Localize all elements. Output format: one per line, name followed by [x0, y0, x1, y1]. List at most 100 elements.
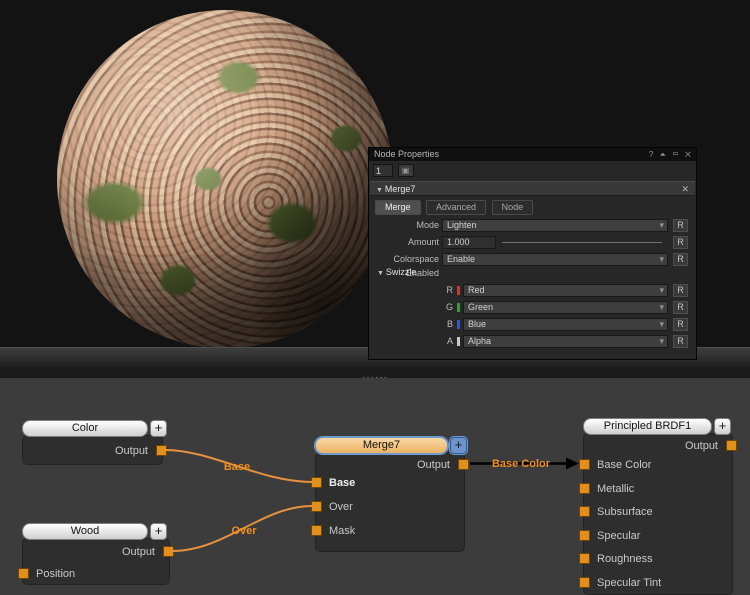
- swizzle-r-reset-button[interactable]: R: [673, 284, 688, 297]
- panel-title: Node Properties: [369, 148, 696, 161]
- collapse-arrow-icon: [377, 267, 386, 277]
- colorspace-dropdown[interactable]: Enable: [442, 253, 668, 266]
- color-output-connector[interactable]: [156, 445, 167, 456]
- brdf-subsurface-connector[interactable]: [579, 506, 590, 517]
- node-color-add-button[interactable]: +: [150, 420, 167, 437]
- swizzle-b-color-tick: [457, 320, 460, 329]
- node-picker-button[interactable]: ▣: [398, 164, 414, 177]
- brdf-speculartint-label: Specular Tint: [584, 576, 732, 590]
- brdf-output-label: Output: [584, 439, 732, 453]
- amount-field[interactable]: 1.000: [442, 236, 496, 249]
- preview-sphere: [57, 10, 393, 347]
- close-icon[interactable]: ✕: [685, 150, 693, 159]
- brdf-specular-label: Specular: [584, 529, 732, 543]
- mode-label: Mode: [369, 218, 439, 232]
- node-color-body[interactable]: Output: [22, 435, 163, 465]
- amount-label: Amount: [369, 235, 439, 249]
- swizzle-row-b: B Blue R: [369, 317, 696, 332]
- merge7-output-label: Output: [316, 458, 464, 472]
- swizzle-g-color-tick: [457, 303, 460, 312]
- node-color-header[interactable]: Color: [22, 420, 148, 437]
- merge7-mask-label: Mask: [316, 524, 464, 538]
- merge7-over-label: Over: [316, 500, 464, 514]
- brdf-basecolor-connector[interactable]: [579, 459, 590, 470]
- merge7-section-header[interactable]: Merge7 ✕: [370, 181, 695, 196]
- node-wood-header[interactable]: Wood: [22, 523, 148, 540]
- swizzle-a-color-tick: [457, 337, 460, 346]
- merge7-output-connector[interactable]: [458, 459, 469, 470]
- swizzle-b-label: B: [369, 317, 453, 331]
- wood-output-connector[interactable]: [163, 546, 174, 557]
- brdf-metallic-label: Metallic: [584, 482, 732, 496]
- brdf-basecolor-label: Base Color: [584, 458, 732, 472]
- help-icon[interactable]: ?: [649, 150, 655, 159]
- node-brdf-header[interactable]: Principled BRDF1: [583, 418, 712, 435]
- swizzle-g-dropdown[interactable]: Green: [463, 301, 668, 314]
- merge7-over-connector[interactable]: [311, 501, 322, 512]
- node-merge7-add-button[interactable]: +: [450, 437, 467, 454]
- swizzle-a-reset-button[interactable]: R: [673, 335, 688, 348]
- node-color[interactable]: Color + Output: [22, 420, 168, 466]
- node-merge7-header[interactable]: Merge7: [315, 437, 448, 454]
- swizzle-row-a: A Alpha R: [369, 334, 696, 349]
- node-wood[interactable]: Wood + Output Position: [22, 523, 175, 585]
- node-principled-brdf1[interactable]: Principled BRDF1 + Output Base Color Met…: [583, 418, 738, 595]
- pin-icon[interactable]: ⏶: [660, 150, 668, 159]
- node-properties-panel: Node Properties ? ⏶ ▭ ✕ ▣ Merge7 ✕ Merge…: [368, 147, 697, 360]
- mode-reset-button[interactable]: R: [673, 219, 688, 232]
- float-window-icon[interactable]: ▭: [672, 150, 680, 159]
- node-merge7-body[interactable]: Output Base Over Mask: [315, 452, 465, 552]
- amount-reset-button[interactable]: R: [673, 236, 688, 249]
- merge7-mask-connector[interactable]: [311, 525, 322, 536]
- merge7-base-label: Base: [316, 476, 464, 490]
- node-brdf-body[interactable]: Output Base Color Metallic Subsurface Sp…: [583, 433, 733, 595]
- tab-merge[interactable]: Merge: [375, 200, 421, 215]
- swizzle-section-header[interactable]: Swizzle: [377, 267, 416, 277]
- swizzle-r-label: R: [369, 283, 453, 297]
- swizzle-r-color-tick: [457, 286, 460, 295]
- brdf-roughness-connector[interactable]: [579, 553, 590, 564]
- node-merge7[interactable]: Merge7 + Output Base Over Mask: [315, 437, 470, 555]
- panel-titlebar-icons: ? ⏶ ▭ ✕: [649, 148, 693, 161]
- param-row-colorspace: Colorspace Enabled Enable R: [369, 252, 696, 267]
- swizzle-row-r: R Red R: [369, 283, 696, 298]
- swizzle-g-reset-button[interactable]: R: [673, 301, 688, 314]
- swizzle-b-reset-button[interactable]: R: [673, 318, 688, 331]
- merge7-base-connector[interactable]: [311, 477, 322, 488]
- pane-splitter[interactable]: [0, 367, 750, 378]
- mode-dropdown[interactable]: Lighten: [442, 219, 668, 232]
- app-window: Color + Output Wood + Output Position Me…: [0, 0, 750, 595]
- tab-advanced[interactable]: Advanced: [426, 200, 486, 215]
- node-wood-add-button[interactable]: +: [150, 523, 167, 540]
- colorspace-reset-button[interactable]: R: [673, 253, 688, 266]
- brdf-subsurface-label: Subsurface: [584, 505, 732, 519]
- wood-output-label: Output: [23, 545, 169, 559]
- swizzle-a-dropdown[interactable]: Alpha: [463, 335, 668, 348]
- node-index-input[interactable]: [373, 164, 393, 177]
- brdf-specular-connector[interactable]: [579, 530, 590, 541]
- brdf-roughness-label: Roughness: [584, 552, 732, 566]
- brdf-metallic-connector[interactable]: [579, 483, 590, 494]
- swizzle-a-label: A: [369, 334, 453, 348]
- color-output-label: Output: [23, 444, 162, 458]
- param-tabs: Merge Advanced Node: [375, 200, 536, 215]
- merge7-section-label: Merge7: [385, 184, 416, 194]
- swizzle-section-label: Swizzle: [386, 267, 417, 277]
- param-row-mode: Mode Lighten R: [369, 218, 696, 233]
- swizzle-r-dropdown[interactable]: Red: [463, 284, 668, 297]
- collapse-arrow-icon: [376, 184, 385, 194]
- brdf-output-connector[interactable]: [726, 440, 737, 451]
- panel-toolbar: ▣: [373, 164, 414, 177]
- swizzle-g-label: G: [369, 300, 453, 314]
- node-brdf-add-button[interactable]: +: [714, 418, 731, 435]
- section-close-icon[interactable]: ✕: [681, 182, 689, 196]
- amount-slider[interactable]: [502, 242, 662, 243]
- brdf-speculartint-connector[interactable]: [579, 577, 590, 588]
- tab-node[interactable]: Node: [492, 200, 534, 215]
- wood-position-connector[interactable]: [18, 568, 29, 579]
- param-row-amount: Amount 1.000 R: [369, 235, 696, 250]
- swizzle-row-g: G Green R: [369, 300, 696, 315]
- swizzle-b-dropdown[interactable]: Blue: [463, 318, 668, 331]
- node-wood-body[interactable]: Output Position: [22, 538, 170, 585]
- wood-position-label: Position: [23, 567, 169, 581]
